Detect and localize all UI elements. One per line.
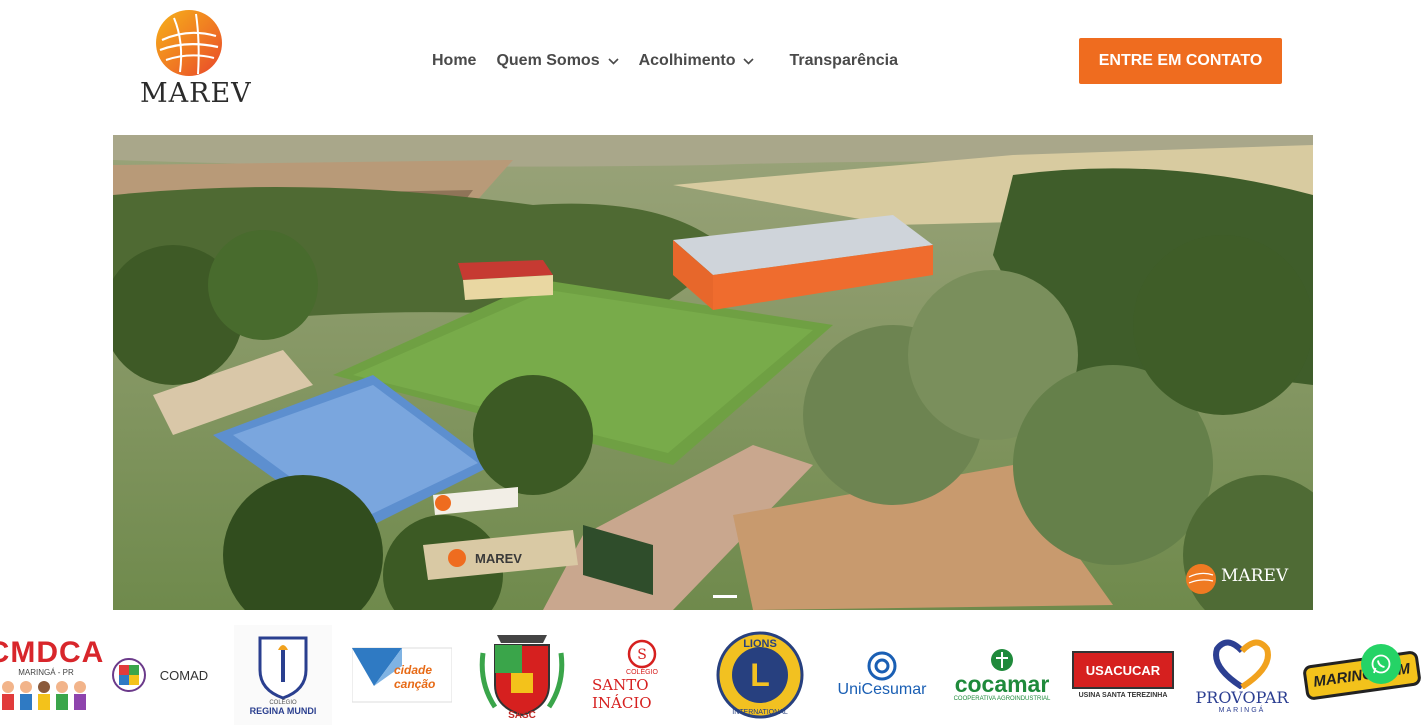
puzzle-icon <box>111 658 146 692</box>
partner-name: COMAD <box>159 667 209 683</box>
coat-of-arms-icon <box>479 635 565 717</box>
partner-logo-cmdca[interactable]: CMDCA MARINGÁ - PR <box>0 625 103 725</box>
chevron-down-icon <box>608 57 619 65</box>
partner-sub: MARINGÁ <box>1218 706 1266 714</box>
partner-sub: COLÉGIO <box>626 668 658 676</box>
partner-logo-sasc[interactable]: SASC <box>474 625 570 725</box>
partner-sub: MARINGÁ - PR <box>18 667 74 677</box>
partner-logo-cidade-cancao[interactable]: cidade canção <box>352 625 452 725</box>
partner-logo-unicesumar[interactable]: UniCesumar <box>834 625 930 725</box>
partner-name: SANTO INÁCIO <box>592 675 652 712</box>
svg-text:L: L <box>750 657 770 693</box>
partner-logo-cocamar[interactable]: cocamar COOPERATIVA AGROINDUSTRIAL <box>950 625 1054 725</box>
nav-quem-somos-label: Quem Somos <box>496 52 600 69</box>
hero-watermark-logo: MAREV <box>1185 559 1295 599</box>
children-illustration-icon <box>2 680 86 710</box>
partner-name: REGINA MUNDI <box>249 706 317 716</box>
partner-sub: COOPERATIVA AGROINDUSTRIAL <box>953 696 1051 702</box>
partner-name: CMDCA <box>0 635 105 669</box>
marev-logo[interactable]: MAREV <box>140 6 252 110</box>
partners-strip: CMDCA MARINGÁ - PR COMAD COLÉGIO REGINA … <box>0 625 1425 727</box>
slider-dot-active[interactable] <box>713 595 737 598</box>
main-nav: Home Quem Somos Acolhimento Transparênci… <box>432 50 918 72</box>
lions-emblem-icon: L LIONS INTERNATIONAL <box>716 631 804 719</box>
partner-sub: INTERNATIONAL <box>732 709 788 716</box>
nav-acolhimento[interactable]: Acolhimento <box>639 52 755 70</box>
hero-aerial-image: MAREV <box>113 135 1313 610</box>
sun-logo-icon: MAREV <box>1186 564 1289 594</box>
partner-logo-provopar[interactable]: PROVOPAR MARINGÁ <box>1190 625 1294 725</box>
leaf-emblem-icon <box>991 649 1013 671</box>
nav-home[interactable]: Home <box>432 52 476 70</box>
nav-transparencia-label: Transparência <box>789 52 898 69</box>
partner-logo-usacucar[interactable]: USACUCAR USINA SANTA TEREZINHA <box>1072 625 1174 725</box>
nav-quem-somos[interactable]: Quem Somos <box>496 52 619 70</box>
site-header: MAREV Home Quem Somos Acolhimento Transp… <box>0 0 1425 125</box>
shield-crest-icon <box>258 636 308 700</box>
partner-logo-santo-inacio[interactable]: S COLÉGIO SANTO INÁCIO <box>592 625 692 725</box>
partner-logo-regina-mundi[interactable]: COLÉGIO REGINA MUNDI <box>234 625 332 725</box>
chevron-down-icon <box>743 57 755 65</box>
partner-name: SASC <box>508 710 536 721</box>
whatsapp-button[interactable] <box>1361 644 1401 684</box>
nav-home-label: Home <box>432 52 477 69</box>
partner-name: USACUCAR <box>1072 651 1174 689</box>
partner-name: LIONS <box>743 638 777 650</box>
cross-emblem-icon: S <box>627 639 657 668</box>
partner-logo-comad[interactable]: COMAD <box>110 625 210 725</box>
hero-watermark-text: MAREV <box>1221 566 1289 586</box>
entrance-sign-text: MAREV <box>475 551 522 566</box>
partner-logo-lions[interactable]: L LIONS INTERNATIONAL <box>712 625 808 725</box>
hero-slider[interactable]: MAREV MAREV <box>113 135 1313 610</box>
sun-logo-icon <box>156 10 222 76</box>
whatsapp-icon <box>1371 654 1391 674</box>
contact-button[interactable]: ENTRE EM CONTATO <box>1079 38 1282 84</box>
partner-name: cidade canção <box>394 663 436 691</box>
unicesumar-icon <box>867 651 897 681</box>
nav-transparencia[interactable]: Transparência <box>789 52 898 70</box>
brand-name: MAREV <box>140 78 252 109</box>
partner-name: PROVOPAR <box>1195 687 1289 707</box>
svg-text:S: S <box>637 647 647 663</box>
heart-hands-icon <box>1213 639 1271 689</box>
partner-name: cocamar <box>954 671 1050 697</box>
nav-acolhimento-label: Acolhimento <box>638 52 736 69</box>
partner-name: UniCesumar <box>837 681 927 698</box>
partner-sub: USINA SANTA TEREZINHA <box>1078 692 1168 699</box>
